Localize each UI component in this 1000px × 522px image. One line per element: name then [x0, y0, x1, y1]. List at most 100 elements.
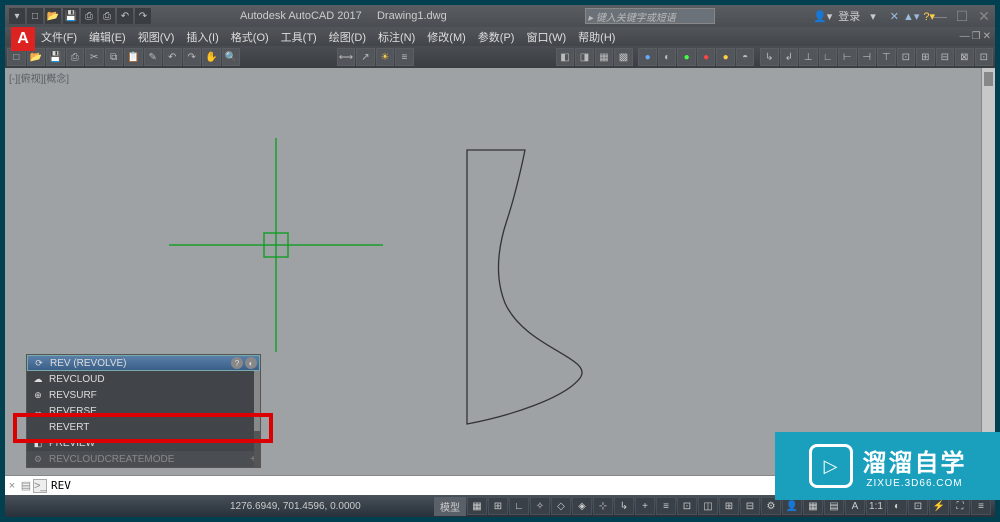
status-polar-icon[interactable]: ✧ [530, 497, 550, 515]
tool-match-icon[interactable]: ✎ [144, 48, 163, 66]
status-grid-icon[interactable]: ▦ [467, 497, 487, 515]
doc-minimize[interactable]: — [960, 31, 970, 42]
tool-ucs8-icon[interactable]: ⊡ [897, 48, 916, 66]
suggestion-preview[interactable]: ◧ PREVIEW [27, 435, 260, 451]
tool-print-icon[interactable]: ⎙ [66, 48, 85, 66]
menu-insert[interactable]: 插入(I) [180, 29, 224, 45]
help-globe-icon[interactable]: ◐ [245, 357, 257, 369]
menu-tools[interactable]: 工具(T) [275, 29, 323, 45]
model-tab[interactable]: 模型 [434, 497, 466, 516]
status-snap-icon[interactable]: ⊞ [488, 497, 508, 515]
tool-ucs4-icon[interactable]: ∟ [819, 48, 838, 66]
qat-undo-icon[interactable]: ↶ [117, 8, 133, 24]
tool-dim-icon[interactable]: ⟷ [337, 48, 356, 66]
status-ducs-icon[interactable]: ↳ [614, 497, 634, 515]
status-otrack-icon[interactable]: ⊹ [593, 497, 613, 515]
menu-file[interactable]: 文件(F) [35, 29, 83, 45]
qat-plot-icon[interactable]: ⎙ [99, 8, 115, 24]
help-q-icon[interactable]: ? [231, 357, 243, 369]
status-qp-icon[interactable]: ◫ [698, 497, 718, 515]
menu-view[interactable]: 视图(V) [132, 29, 181, 45]
suggestion-revsurf[interactable]: ⊕ REVSURF [27, 387, 260, 403]
cmd-close-icon[interactable]: × [5, 480, 19, 492]
tool-3d2-icon[interactable]: ◨ [575, 48, 594, 66]
tool-ucs2-icon[interactable]: ↲ [780, 48, 799, 66]
tool-ucs11-icon[interactable]: ⊠ [955, 48, 974, 66]
status-ortho-icon[interactable]: ∟ [509, 497, 529, 515]
tool-sun-icon[interactable]: ☀ [376, 48, 395, 66]
popup-scrollbar[interactable] [254, 371, 260, 467]
tool-ucs9-icon[interactable]: ⊞ [916, 48, 935, 66]
tool-3d4-icon[interactable]: ▩ [614, 48, 633, 66]
tool-cut-icon[interactable]: ✂ [85, 48, 104, 66]
suggestion-sysvar[interactable]: ⚙ REVCLOUDCREATEMODE + [27, 451, 260, 467]
scroll-thumb[interactable] [984, 72, 993, 86]
tool-undo-icon[interactable]: ↶ [163, 48, 182, 66]
tool-paste-icon[interactable]: 📋 [124, 48, 143, 66]
status-sc-icon[interactable]: ⊞ [719, 497, 739, 515]
status-tpy-icon[interactable]: ⊡ [677, 497, 697, 515]
tool-ucs3-icon[interactable]: ⊥ [799, 48, 818, 66]
maximize-button[interactable]: ☐ [951, 7, 973, 25]
menu-format[interactable]: 格式(O) [225, 29, 275, 45]
minimize-button[interactable]: — [929, 7, 951, 25]
tool-save-icon[interactable]: 💾 [46, 48, 65, 66]
menu-draw[interactable]: 绘图(D) [323, 29, 372, 45]
tool-3d1-icon[interactable]: ◧ [556, 48, 575, 66]
login-dropdown-icon[interactable]: ▾ [870, 10, 876, 23]
menu-edit[interactable]: 编辑(E) [83, 29, 132, 45]
suggestion-rev[interactable]: ⟳ REV (REVOLVE) ? ◐ [27, 355, 260, 371]
qat-new-icon[interactable]: □ [27, 8, 43, 24]
qat-open-icon[interactable]: 📂 [45, 8, 61, 24]
tool-render1-icon[interactable]: ● [638, 48, 657, 66]
tool-render6-icon[interactable]: ◓ [736, 48, 755, 66]
tool-ucs5-icon[interactable]: ⊢ [838, 48, 857, 66]
menu-help[interactable]: 帮助(H) [572, 29, 621, 45]
status-osnap-icon[interactable]: ◇ [551, 497, 571, 515]
tool-leader-icon[interactable]: ↗ [356, 48, 375, 66]
doc-close[interactable]: ✕ [983, 31, 991, 42]
tool-render2-icon[interactable]: ◐ [658, 48, 677, 66]
app-logo[interactable]: A [11, 27, 35, 51]
suggestion-revert[interactable]: REVERT [27, 419, 260, 435]
tool-ucs12-icon[interactable]: ⊡ [975, 48, 994, 66]
qat-save-icon[interactable]: 💾 [63, 8, 79, 24]
tool-render4-icon[interactable]: ● [697, 48, 716, 66]
menu-param[interactable]: 参数(P) [472, 29, 521, 45]
tool-layer-icon[interactable]: ≡ [395, 48, 414, 66]
menu-window[interactable]: 窗口(W) [520, 29, 572, 45]
close-button[interactable]: ✕ [973, 7, 995, 25]
tool-copy-icon[interactable]: ⧉ [105, 48, 124, 66]
suggestion-revcloud[interactable]: ☁ REVCLOUD [27, 371, 260, 387]
help-search-input[interactable]: ▸ 键入关键字或短语 [585, 8, 715, 24]
qat-redo-icon[interactable]: ↷ [135, 8, 151, 24]
suggestion-reverse[interactable]: ↔ REVERSE [27, 403, 260, 419]
qat-menu-icon[interactable]: ▾ [9, 8, 25, 24]
login-area[interactable]: 👤▾ 登录 ▾ [813, 8, 876, 24]
cmd-log-icon[interactable]: ▤ [19, 479, 33, 492]
status-am-icon[interactable]: ⊟ [740, 497, 760, 515]
tool-ucs7-icon[interactable]: ⊤ [877, 48, 896, 66]
viewport-scrollbar-v[interactable] [981, 68, 995, 475]
tool-ucs6-icon[interactable]: ⊣ [858, 48, 877, 66]
tool-ucs1-icon[interactable]: ↳ [760, 48, 779, 66]
revcloud-icon: ☁ [31, 374, 45, 385]
drawing-viewport[interactable]: [-][俯视][概念] ⟳ REV (REVOLVE) ? ◐ [5, 68, 995, 475]
tool-pan-icon[interactable]: ✋ [202, 48, 221, 66]
menu-dim[interactable]: 标注(N) [372, 29, 421, 45]
tool-redo-icon[interactable]: ↷ [183, 48, 202, 66]
doc-restore[interactable]: ❐ [972, 31, 981, 42]
menu-modify[interactable]: 修改(M) [421, 29, 472, 45]
viewport-label[interactable]: [-][俯视][概念] [9, 70, 69, 85]
a360-icon[interactable]: ▲▾ [903, 10, 919, 23]
status-3dosnap-icon[interactable]: ◈ [572, 497, 592, 515]
tool-render3-icon[interactable]: ● [677, 48, 696, 66]
tool-3d3-icon[interactable]: ▦ [595, 48, 614, 66]
qat-saveas-icon[interactable]: ⎙ [81, 8, 97, 24]
status-dyn-icon[interactable]: + [635, 497, 655, 515]
tool-ucs10-icon[interactable]: ⊟ [936, 48, 955, 66]
tool-render5-icon[interactable]: ● [716, 48, 735, 66]
exchange-icon[interactable]: ✕ [890, 10, 899, 23]
tool-zoom-icon[interactable]: 🔍 [222, 48, 241, 66]
status-lwt-icon[interactable]: ≡ [656, 497, 676, 515]
